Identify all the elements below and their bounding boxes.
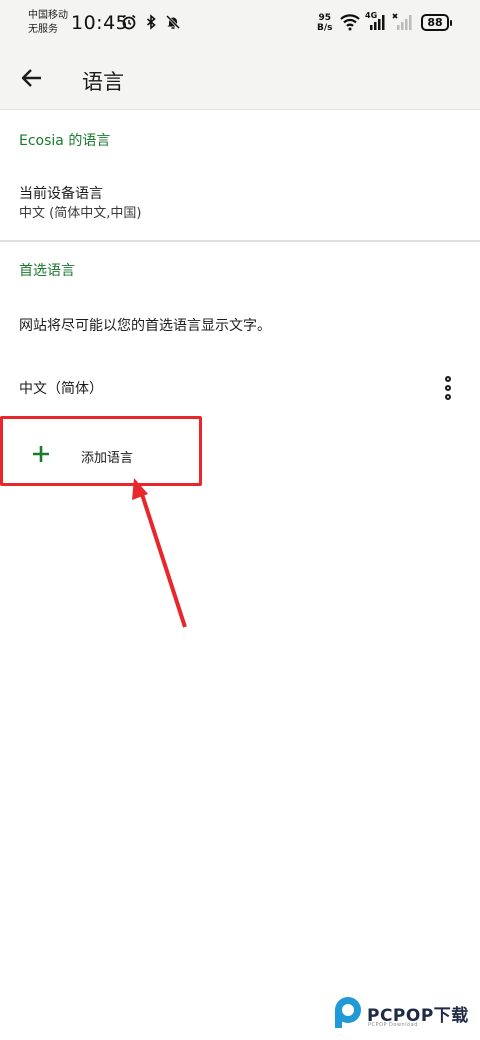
net-speed-value: 95 (318, 13, 332, 23)
carrier-info: 中国移动 无服务 (28, 9, 68, 37)
status-time: 10:45 (71, 12, 129, 34)
wifi-icon (340, 14, 360, 31)
net-speed: 95 B/s (317, 13, 333, 33)
carrier-service: 无服务 (28, 24, 58, 35)
bluetooth-icon (146, 14, 156, 30)
pcpop-logo-icon (335, 997, 361, 1028)
more-options-button[interactable] (434, 372, 462, 404)
section-divider (0, 240, 480, 242)
no-signal-icon (392, 13, 412, 30)
battery-indicator: 88 (421, 14, 452, 31)
mute-icon (165, 14, 181, 30)
back-button[interactable] (14, 60, 50, 96)
section-header-ecosia-language: Ecosia 的语言 (19, 133, 111, 149)
status-icons-left (121, 14, 181, 30)
arrow-back-icon (21, 69, 41, 87)
language-name: 中文（简体） (19, 381, 103, 397)
current-device-language-item[interactable]: 当前设备语言 中文 (简体中文,中国) (19, 184, 459, 224)
current-device-language-title: 当前设备语言 (19, 186, 103, 202)
carrier-name: 中国移动 (28, 10, 68, 21)
add-language-label: 添加语言 (81, 451, 134, 466)
more-vert-icon-dot (445, 394, 451, 400)
alarm-icon (122, 14, 136, 30)
page-title: 语言 (82, 70, 124, 94)
status-bar: 中国移动 无服务 10:45 95 B/s 4G 88 (0, 0, 480, 44)
app-bar: 语言 (0, 44, 480, 110)
annotation-arrow (132, 478, 187, 628)
signal-icon: 4G (365, 11, 387, 31)
more-vert-icon (445, 376, 451, 382)
watermark-subtext: PCPOP Download (368, 1022, 418, 1028)
section-header-preferred-language: 首选语言 (19, 263, 75, 279)
add-language-button[interactable]: 添加语言 (0, 428, 200, 484)
watermark-logo: PCPOP下载 PCPOP Download (330, 990, 480, 1036)
plus-icon (33, 446, 49, 462)
status-icons-right: 4G (340, 11, 414, 31)
more-vert-icon-dot (445, 385, 451, 391)
list-item-language[interactable]: 中文（简体） (0, 364, 480, 410)
current-device-language-value: 中文 (简体中文,中国) (19, 206, 142, 221)
net-speed-unit: B/s (317, 23, 333, 33)
description-text: 网站将尽可能以您的首选语言显示文字。 (19, 318, 271, 334)
preferred-language-description: 网站将尽可能以您的首选语言显示文字。 (19, 316, 459, 336)
